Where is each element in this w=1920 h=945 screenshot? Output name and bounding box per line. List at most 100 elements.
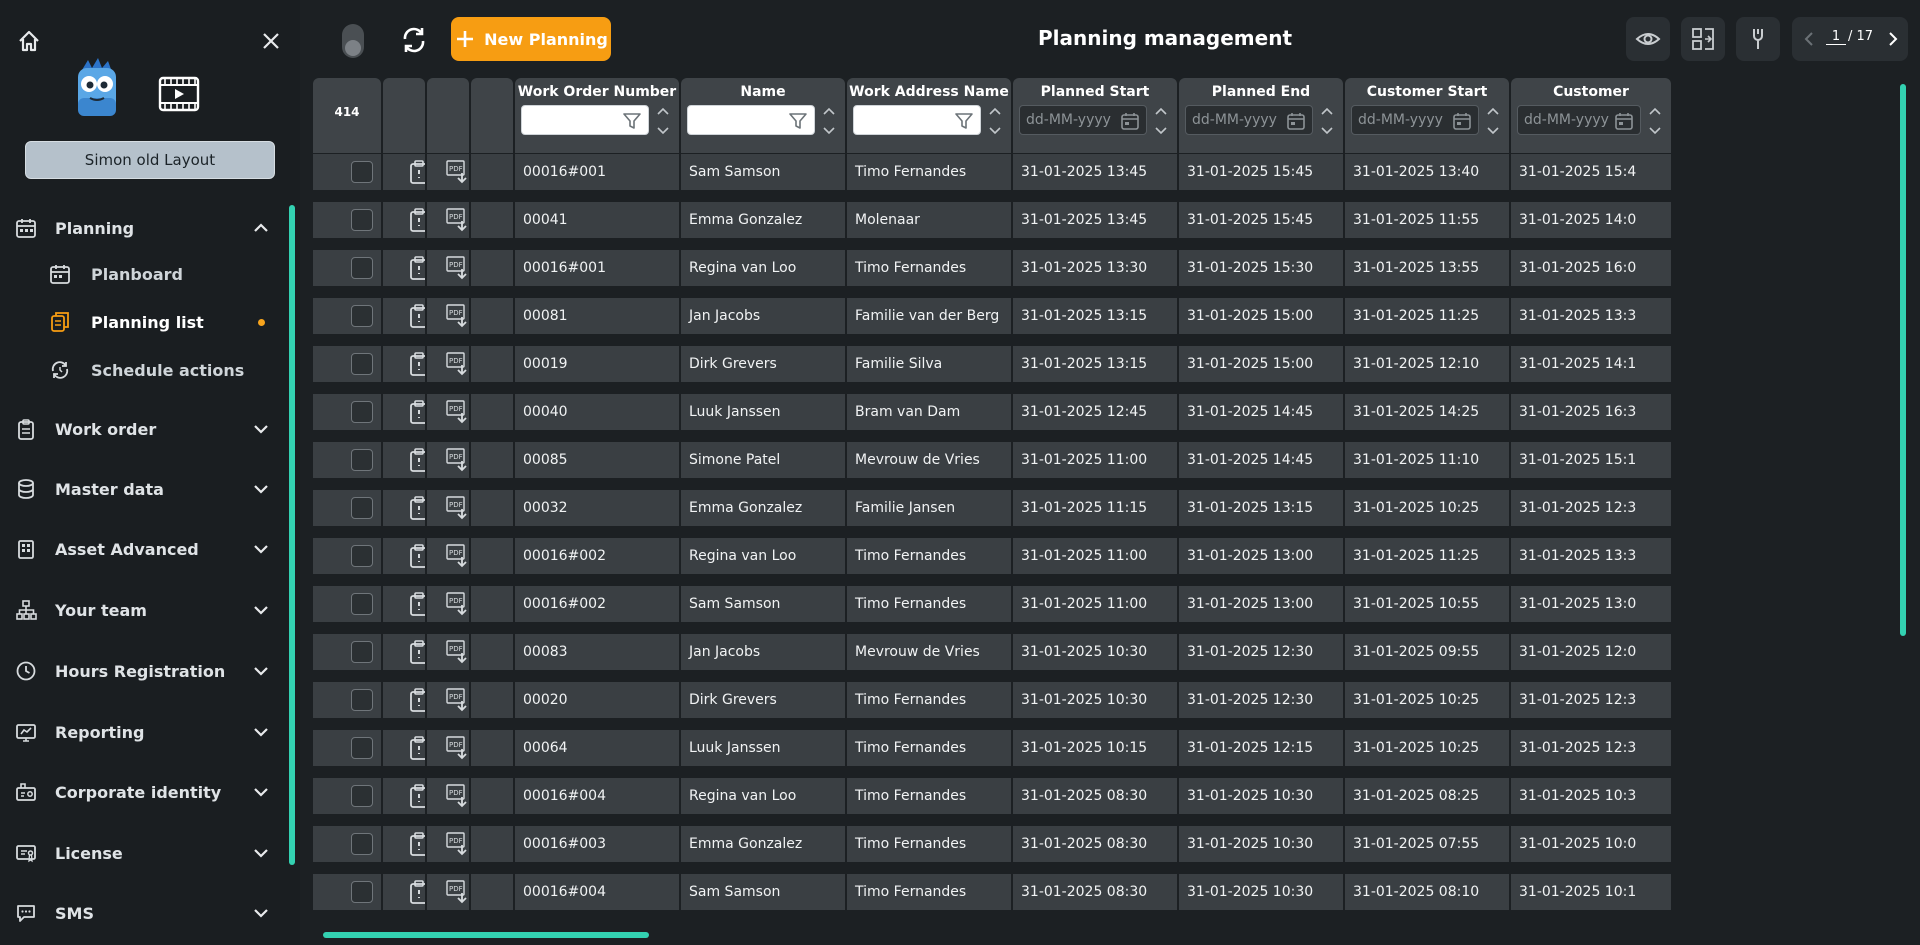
date-filter-input[interactable]: dd-MM-yyyy <box>1019 105 1147 135</box>
grid-vertical-scrollbar[interactable] <box>1900 84 1906 636</box>
new-planning-button[interactable]: New Planning <box>451 17 611 61</box>
chevron-down-icon[interactable] <box>250 538 272 560</box>
clipboard-icon[interactable] <box>407 591 425 617</box>
chevron-down-icon[interactable] <box>250 418 272 440</box>
clipboard-icon[interactable] <box>407 543 425 569</box>
clipboard-icon[interactable] <box>407 207 425 233</box>
sidebar-item-planboard[interactable]: Planboard <box>0 254 285 294</box>
sidebar-item-your-team[interactable]: Your team <box>0 588 285 632</box>
pdf-download-icon[interactable]: PDF <box>445 159 469 185</box>
pdf-download-icon[interactable]: PDF <box>445 879 469 905</box>
chevron-right-icon[interactable] <box>1884 29 1902 49</box>
table-row[interactable]: PDF 00081 Jan Jacobs Familie van der Berg 31… <box>313 298 1673 334</box>
pdf-download-icon[interactable]: PDF <box>445 687 469 713</box>
column-header[interactable]: Planned Start dd-MM-yyyy <box>1013 78 1177 153</box>
clipboard-icon[interactable] <box>407 495 425 521</box>
clipboard-icon[interactable] <box>407 687 425 713</box>
row-checkbox[interactable] <box>351 737 373 759</box>
sort-arrows-icon[interactable] <box>821 105 837 137</box>
text-filter-input[interactable] <box>853 105 981 135</box>
sidebar-item-planning[interactable]: Planning <box>0 206 285 250</box>
pdf-download-icon[interactable]: PDF <box>445 639 469 665</box>
pdf-download-icon[interactable]: PDF <box>445 303 469 329</box>
filter-icon[interactable] <box>788 111 808 131</box>
table-row[interactable]: PDF 00083 Jan Jacobs Mevrouw de Vries 31-01-… <box>313 634 1673 670</box>
row-checkbox[interactable] <box>351 881 373 903</box>
table-row[interactable]: PDF 00041 Emma Gonzalez Molenaar 31-01-2025 … <box>313 202 1673 238</box>
clipboard-icon[interactable] <box>407 159 425 185</box>
chevron-down-icon[interactable] <box>250 902 272 924</box>
table-row[interactable]: PDF 00019 Dirk Grevers Familie Silva 31-01-2… <box>313 346 1673 382</box>
clipboard-icon[interactable] <box>407 735 425 761</box>
sidebar-item-license[interactable]: License <box>0 831 285 875</box>
row-checkbox[interactable] <box>351 161 373 183</box>
text-filter-input[interactable] <box>521 105 649 135</box>
scrollbar-thumb[interactable] <box>323 932 649 938</box>
video-icon[interactable] <box>158 76 200 112</box>
page-number-input[interactable]: 1 <box>1826 29 1846 45</box>
chevron-down-icon[interactable] <box>250 599 272 621</box>
clipboard-icon[interactable] <box>407 639 425 665</box>
date-filter-input[interactable]: dd-MM-yyyy <box>1351 105 1479 135</box>
column-title[interactable]: Customer <box>1511 84 1671 100</box>
close-icon[interactable] <box>256 26 286 56</box>
table-row[interactable]: PDF 00016#004 Sam Samson Timo Fernandes 31-0… <box>313 874 1673 910</box>
sidebar-item-schedule-actions[interactable]: Schedule actions <box>0 350 285 390</box>
grid-horizontal-scrollbar[interactable] <box>318 932 1898 938</box>
table-row[interactable]: PDF 00016#003 Emma Gonzalez Timo Fernandes 3… <box>313 826 1673 862</box>
date-filter-input[interactable]: dd-MM-yyyy <box>1517 105 1641 135</box>
date-filter-input[interactable]: dd-MM-yyyy <box>1185 105 1313 135</box>
chevron-left-icon[interactable] <box>1800 29 1818 49</box>
column-title[interactable]: Customer Start <box>1345 84 1509 100</box>
chevron-down-icon[interactable] <box>250 781 272 803</box>
chevron-down-icon[interactable] <box>250 660 272 682</box>
clipboard-icon[interactable] <box>407 255 425 281</box>
sort-arrows-icon[interactable] <box>1485 105 1501 137</box>
refresh-icon[interactable] <box>398 24 430 56</box>
column-title[interactable]: Planned Start <box>1013 84 1177 100</box>
clipboard-icon[interactable] <box>407 303 425 329</box>
settings-tool-button[interactable] <box>1736 17 1780 61</box>
sidebar-item-master-data[interactable]: Master data <box>0 467 285 511</box>
pdf-download-icon[interactable]: PDF <box>445 255 469 281</box>
pdf-download-icon[interactable]: PDF <box>445 735 469 761</box>
column-header[interactable]: Customer Start dd-MM-yyyy <box>1345 78 1509 153</box>
column-header[interactable]: Work Order Number <box>515 78 679 153</box>
table-row[interactable]: PDF 00020 Dirk Grevers Timo Fernandes 31-01-… <box>313 682 1673 718</box>
row-checkbox[interactable] <box>351 545 373 567</box>
row-checkbox[interactable] <box>351 209 373 231</box>
sort-arrows-icon[interactable] <box>1647 105 1663 137</box>
clipboard-icon[interactable] <box>407 399 425 425</box>
table-row[interactable]: PDF 00085 Simone Patel Mevrouw de Vries 31-0… <box>313 442 1673 478</box>
filter-icon[interactable] <box>622 111 642 131</box>
clipboard-icon[interactable] <box>407 351 425 377</box>
sidebar-item-hours-registration[interactable]: Hours Registration <box>0 649 285 693</box>
pdf-download-icon[interactable]: PDF <box>445 831 469 857</box>
column-title[interactable]: Planned End <box>1179 84 1343 100</box>
sidebar-item-reporting[interactable]: Reporting <box>0 710 285 754</box>
pdf-download-icon[interactable]: PDF <box>445 447 469 473</box>
table-row[interactable]: PDF 00016#001 Regina van Loo Timo Fernandes… <box>313 250 1673 286</box>
chevron-down-icon[interactable] <box>250 478 272 500</box>
chevron-down-icon[interactable] <box>250 842 272 864</box>
sidebar-item-planning-list[interactable]: Planning list <box>0 302 285 342</box>
column-title[interactable]: Work Order Number <box>515 84 679 100</box>
calendar-icon[interactable] <box>1614 111 1634 131</box>
sidebar-item-work-order[interactable]: Work order <box>0 407 285 451</box>
pdf-download-icon[interactable]: PDF <box>445 351 469 377</box>
pdf-download-icon[interactable]: PDF <box>445 591 469 617</box>
pdf-download-icon[interactable]: PDF <box>445 543 469 569</box>
row-checkbox[interactable] <box>351 689 373 711</box>
clipboard-icon[interactable] <box>407 783 425 809</box>
clipboard-icon[interactable] <box>407 447 425 473</box>
table-row[interactable]: PDF 00032 Emma Gonzalez Familie Jansen 31-01… <box>313 490 1673 526</box>
row-checkbox[interactable] <box>351 497 373 519</box>
column-header[interactable]: Customer dd-MM-yyyy <box>1511 78 1671 153</box>
calendar-icon[interactable] <box>1452 111 1472 131</box>
row-checkbox[interactable] <box>351 305 373 327</box>
column-header[interactable]: Name <box>681 78 845 153</box>
sidebar-item-corporate-identity[interactable]: Corporate identity <box>0 770 285 814</box>
sort-arrows-icon[interactable] <box>1319 105 1335 137</box>
sort-arrows-icon[interactable] <box>1153 105 1169 137</box>
view-toggle-button[interactable] <box>1626 17 1670 61</box>
